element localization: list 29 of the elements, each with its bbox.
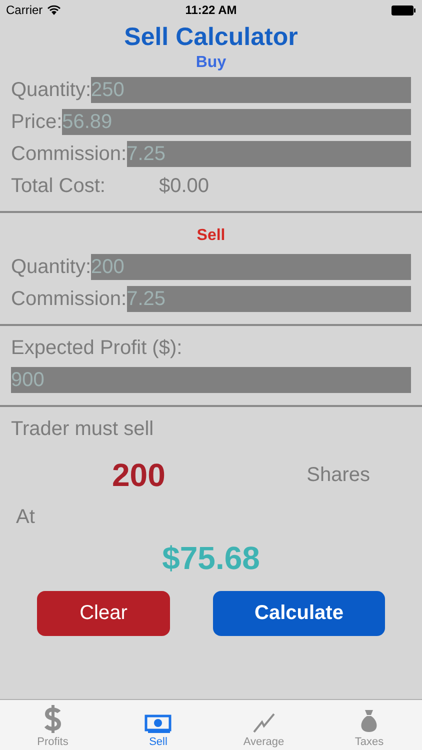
tab-item[interactable]: Average bbox=[211, 700, 316, 750]
battery-icon bbox=[391, 4, 416, 16]
carrier-name: Carrier bbox=[6, 3, 43, 17]
result-intro: Trader must sell bbox=[11, 418, 154, 440]
shares-count: 200 bbox=[112, 456, 166, 494]
dollar-icon bbox=[42, 704, 63, 734]
field-label: Price: bbox=[11, 110, 62, 134]
section-heading: Buy bbox=[194, 53, 228, 73]
line-chart-icon bbox=[252, 712, 276, 734]
section-heading: Sell bbox=[196, 226, 226, 246]
tab-item[interactable]: Profits bbox=[0, 700, 106, 750]
field-label: Expected Profit ($): bbox=[11, 336, 182, 360]
banknote-icon bbox=[144, 714, 172, 734]
status-time: 11:22 AM bbox=[185, 3, 237, 17]
field-label: Quantity: bbox=[11, 256, 92, 278]
field-label: Quantity: bbox=[11, 78, 92, 102]
shares-label: Shares bbox=[306, 464, 370, 486]
wifi-icon bbox=[46, 5, 61, 15]
tab-item[interactable]: Taxes bbox=[316, 700, 422, 750]
field-label: Commission: bbox=[11, 142, 127, 166]
sell-price: $75.68 bbox=[162, 540, 260, 576]
tab-item[interactable]: Sell bbox=[106, 700, 211, 750]
clear-button[interactable]: Clear bbox=[37, 591, 170, 636]
at-label: At bbox=[16, 506, 35, 528]
screen-title: Sell Calculator bbox=[123, 22, 299, 52]
total-cost-label: Total Cost: bbox=[11, 174, 106, 198]
field-label: Commission: bbox=[11, 288, 127, 310]
calculate-button[interactable]: Calculate bbox=[213, 591, 385, 636]
total-cost-value: $0.00 bbox=[159, 174, 210, 198]
